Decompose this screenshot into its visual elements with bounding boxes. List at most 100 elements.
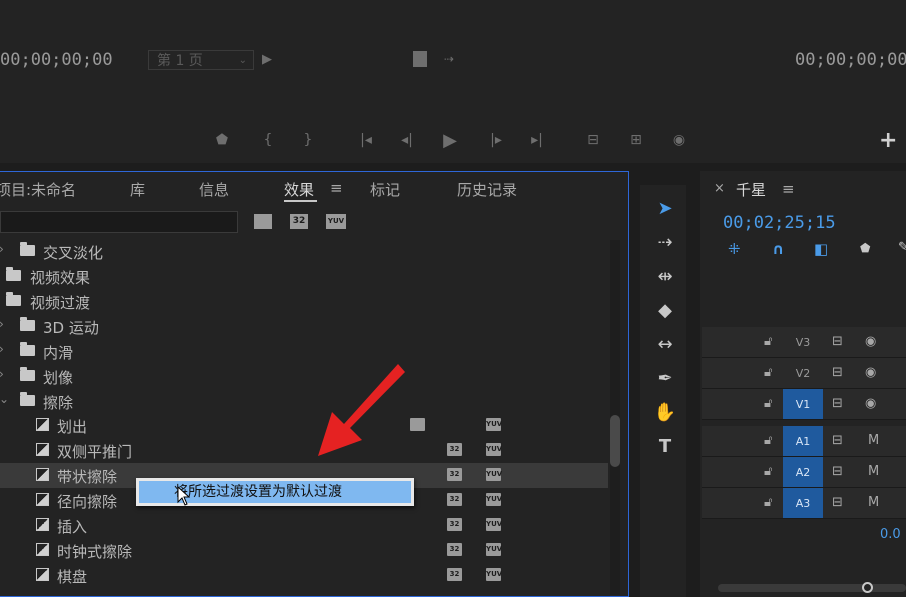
add-marker-icon[interactable]: ⬟	[860, 241, 870, 255]
marker-icon[interactable]: ⬟	[212, 130, 232, 150]
loop-icon[interactable]: ⇢	[444, 52, 454, 66]
folder-icon	[6, 292, 21, 306]
lock-icon[interactable]: 🔓︎	[764, 464, 772, 479]
mute-button[interactable]: M	[868, 433, 879, 448]
sync-lock-icon[interactable]: ⊟	[832, 365, 843, 380]
tree-folder-wipe[interactable]: ⌄ 擦除	[0, 389, 608, 414]
type-tool-icon[interactable]: T	[650, 432, 680, 460]
transition-icon	[36, 418, 49, 431]
program-timecode[interactable]: 00;00;00;00	[795, 50, 906, 70]
selection-tool-icon[interactable]: ➤	[650, 194, 680, 222]
effect-item[interactable]: 时钟式擦除 32 YUV	[0, 538, 608, 563]
linked-selection-icon[interactable]: ◧	[814, 240, 828, 258]
pen-tool-icon[interactable]: ✒	[650, 364, 680, 392]
tab-history[interactable]: 历史记录	[457, 179, 517, 200]
panel-menu-icon[interactable]: ≡	[330, 179, 343, 197]
lock-icon[interactable]: 🔓︎	[764, 433, 772, 448]
track-v2[interactable]: 🔓︎ V2 ⊟ ◉	[702, 358, 906, 389]
ripple-edit-tool-icon[interactable]: ⇹	[650, 262, 680, 290]
lock-icon[interactable]: 🔓︎	[764, 365, 772, 380]
chevron-right-icon[interactable]: ›	[0, 342, 4, 356]
tree-folder-cross-dissolve[interactable]: › 交叉淡化	[0, 239, 608, 264]
eye-icon[interactable]: ◉	[865, 334, 876, 349]
track-label[interactable]: A1	[783, 426, 823, 456]
nest-icon[interactable]: ⁜	[728, 240, 741, 258]
eye-icon[interactable]: ◉	[865, 365, 876, 380]
sequence-tab[interactable]: 千星	[736, 179, 766, 200]
sync-lock-icon[interactable]: ⊟	[832, 464, 843, 479]
chevron-down-icon[interactable]: ⌄	[0, 392, 9, 406]
sequence-menu-icon[interactable]: ≡	[782, 180, 795, 198]
effect-item[interactable]: 划出 YUV	[0, 413, 608, 438]
lift-icon[interactable]: ⊟	[583, 130, 603, 150]
chevron-right-icon[interactable]: ›	[0, 367, 4, 381]
track-a1[interactable]: 🔓︎ A1 ⊟ M	[702, 426, 906, 457]
extract-icon[interactable]: ⊞	[626, 130, 646, 150]
tree-folder-slide[interactable]: › 内滑	[0, 339, 608, 364]
effect-item[interactable]: 插入 32 YUV	[0, 513, 608, 538]
export-frame-icon[interactable]	[413, 51, 427, 67]
track-v3[interactable]: 🔓︎ V3 ⊟ ◉	[702, 327, 906, 358]
add-button[interactable]: +	[879, 128, 897, 153]
track-a3[interactable]: 🔓︎ A3 ⊟ M	[702, 488, 906, 519]
sync-lock-icon[interactable]: ⊟	[832, 334, 843, 349]
track-label[interactable]: V3	[783, 327, 823, 357]
sync-lock-icon[interactable]: ⊟	[832, 495, 843, 510]
tree-folder-3d-motion[interactable]: › 3D 运动	[0, 314, 608, 339]
tree-folder-video-transitions[interactable]: 视频过渡	[0, 289, 608, 314]
track-label[interactable]: A3	[783, 488, 823, 518]
timeline-timecode[interactable]: 00;02;25;15	[723, 213, 836, 233]
tab-library[interactable]: 库	[130, 179, 145, 200]
mute-button[interactable]: M	[868, 495, 879, 510]
lock-icon[interactable]: 🔓︎	[764, 396, 772, 411]
play-small-icon[interactable]: ▶	[262, 52, 272, 67]
snap-icon[interactable]: ∩	[772, 240, 784, 258]
effect-item[interactable]: 双侧平推门 32 YUV	[0, 438, 608, 463]
eye-icon[interactable]: ◉	[865, 396, 876, 411]
play-icon[interactable]: ▶	[440, 130, 460, 151]
slip-tool-icon[interactable]: ↔	[650, 330, 680, 358]
effect-item[interactable]: 棋盘 32 YUV	[0, 563, 608, 588]
hand-tool-icon[interactable]: ✋	[650, 398, 680, 426]
lock-icon[interactable]: 🔓︎	[764, 334, 772, 349]
track-label[interactable]: A2	[783, 457, 823, 487]
track-v1[interactable]: 🔓︎ V1 ⊟ ◉	[702, 389, 906, 420]
lock-icon[interactable]: 🔓︎	[764, 495, 772, 510]
effect-label: 插入	[57, 518, 88, 536]
track-a2[interactable]: 🔓︎ A2 ⊟ M	[702, 457, 906, 488]
razor-tool-icon[interactable]: ◆	[650, 296, 680, 324]
mark-out-icon[interactable]: }	[298, 130, 318, 150]
camera-icon[interactable]: ◉	[669, 130, 689, 150]
step-forward-icon[interactable]: |▸	[486, 130, 506, 150]
tab-effects[interactable]: 效果	[284, 179, 314, 200]
track-label[interactable]: V2	[783, 358, 823, 388]
tab-project[interactable]: 项目:未命名	[0, 179, 76, 200]
wrench-icon[interactable]: ✎	[898, 240, 906, 255]
tree-folder-video-effects[interactable]: 视频效果	[0, 264, 608, 289]
32bit-filter-icon[interactable]: 32	[290, 214, 308, 229]
track-label[interactable]: V1	[783, 389, 823, 419]
mark-in-icon[interactable]: {	[258, 130, 278, 150]
mute-button[interactable]: M	[868, 464, 879, 479]
sync-lock-icon[interactable]: ⊟	[832, 433, 843, 448]
chevron-right-icon[interactable]: ›	[0, 242, 4, 256]
yuv-filter-icon[interactable]: YUV	[326, 214, 346, 229]
track-select-tool-icon[interactable]: ⇢	[650, 228, 680, 256]
sync-lock-icon[interactable]: ⊟	[832, 396, 843, 411]
tab-markers[interactable]: 标记	[370, 179, 400, 200]
page-select[interactable]: 第 1 页 ⌄	[148, 50, 254, 70]
tab-info[interactable]: 信息	[199, 179, 229, 200]
panel-scrollbar-thumb[interactable]	[610, 415, 620, 467]
go-to-in-icon[interactable]: |◂	[356, 130, 376, 150]
step-back-icon[interactable]: ◂|	[397, 130, 417, 150]
zoom-handle[interactable]	[862, 582, 873, 593]
go-to-out-icon[interactable]: ▸|	[527, 130, 547, 150]
source-timecode[interactable]: 00;00;00;00	[0, 50, 113, 70]
chevron-right-icon[interactable]: ›	[0, 317, 4, 331]
timeline-zoom-scrollbar[interactable]	[718, 584, 906, 592]
close-icon[interactable]: ×	[714, 181, 725, 196]
master-volume-value[interactable]: 0.0	[880, 527, 901, 542]
accelerated-effects-filter-icon[interactable]	[254, 214, 272, 229]
tree-folder-iris[interactable]: › 划像	[0, 364, 608, 389]
search-input[interactable]	[0, 211, 238, 233]
